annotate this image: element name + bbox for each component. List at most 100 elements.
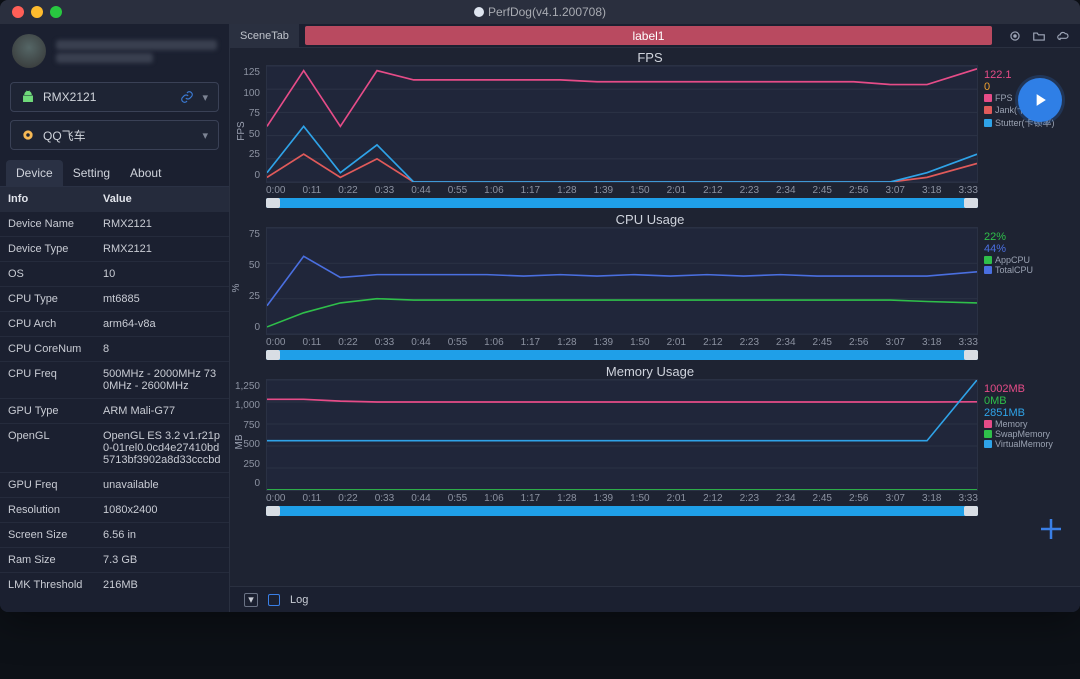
device-selector-label: RMX2121	[43, 90, 172, 104]
usersub-blur	[56, 53, 153, 63]
info-key: Ram Size	[0, 548, 95, 572]
memory-chart: Memory Usage MB 1,2501,0007505002500 100…	[230, 364, 1070, 520]
collapse-icon[interactable]: ▾	[244, 593, 258, 607]
username-blur	[56, 40, 217, 50]
device-selector[interactable]: RMX2121 ▾	[10, 82, 219, 112]
tab-about[interactable]: About	[120, 160, 171, 186]
mem-ylabel: MB	[234, 435, 245, 450]
titlebar: PerfDog(v4.1.200708)	[0, 0, 1080, 24]
cpu-title: CPU Usage	[230, 212, 1070, 227]
info-key: Device Type	[0, 237, 95, 261]
th-value: Value	[95, 187, 229, 211]
info-value: OpenGL ES 3.2 v1.r21p0-01rel0.0cd4e27410…	[95, 424, 229, 472]
table-row: CPU CoreNum8	[0, 336, 229, 361]
table-row: GPU TypeARM Mali-G77	[0, 398, 229, 423]
fps-time-scroll[interactable]	[266, 198, 978, 208]
cpu-xaxis: 0:000:110:220:330:440:551:061:171:281:39…	[266, 335, 978, 350]
fps-title: FPS	[230, 50, 1070, 65]
table-row: CPU Typemt6885	[0, 286, 229, 311]
folder-icon[interactable]	[1032, 29, 1046, 43]
info-key: CPU Type	[0, 287, 95, 311]
cpu-chart: CPU Usage % 7550250 22% 44% AppCPUTotalC…	[230, 212, 1070, 364]
app-selector-label: QQ飞车	[43, 127, 194, 144]
info-key: GPU Freq	[0, 473, 95, 497]
info-key: OS	[0, 262, 95, 286]
side-tabs: Device Setting About	[0, 154, 229, 186]
fps-chart: FPS FPS 1251007550250 122.1 0 FPSJank(卡顿…	[230, 50, 1070, 212]
info-key: CPU CoreNum	[0, 337, 95, 361]
info-value: unavailable	[95, 473, 229, 497]
table-row: GPU Frequnavailable	[0, 472, 229, 497]
table-row: Ram Size7.3 GB	[0, 547, 229, 572]
info-value: 216MB	[95, 573, 229, 597]
info-key: GPU Type	[0, 399, 95, 423]
info-value: RMX2121	[95, 212, 229, 236]
cpu-plot[interactable]	[266, 227, 978, 335]
table-row: CPU Archarm64-v8a	[0, 311, 229, 336]
info-value: 500MHz - 2000MHz 730MHz - 2600MHz	[95, 362, 229, 398]
table-row: Resolution1080x2400	[0, 497, 229, 522]
fps-current: 122.1	[984, 69, 1066, 81]
cpu-time-scroll[interactable]	[266, 350, 978, 360]
info-value: 6.56 in	[95, 523, 229, 547]
th-info: Info	[0, 187, 95, 211]
cloud-icon[interactable]	[1056, 29, 1070, 43]
fps-plot[interactable]	[266, 65, 978, 183]
info-value: RMX2121	[95, 237, 229, 261]
app-icon	[21, 128, 35, 142]
tab-setting[interactable]: Setting	[63, 160, 120, 186]
info-value: ARM Mali-G77	[95, 399, 229, 423]
chevron-down-icon: ▾	[202, 91, 208, 104]
app-logo-icon	[474, 7, 484, 17]
fps-ylabel: FPS	[236, 121, 247, 140]
info-key: OpenGL	[0, 424, 95, 472]
fps-xaxis: 0:000:110:220:330:440:551:061:171:281:39…	[266, 183, 978, 198]
table-row: Device TypeRMX2121	[0, 236, 229, 261]
table-row: Device NameRMX2121	[0, 211, 229, 236]
mem-title: Memory Usage	[230, 364, 1070, 379]
android-icon	[21, 90, 35, 104]
cpu-ylabel: %	[231, 284, 242, 293]
table-row: Screen Size6.56 in	[0, 522, 229, 547]
info-value: 1080x2400	[95, 498, 229, 522]
mem-plot[interactable]	[266, 379, 978, 491]
cpu-yaxis: 7550250	[230, 227, 266, 335]
info-value: 7.3 GB	[95, 548, 229, 572]
info-value: arm64-v8a	[95, 312, 229, 336]
add-chart-button[interactable]	[1036, 514, 1066, 544]
cpu-app: 22%	[984, 231, 1066, 243]
link-icon	[180, 90, 194, 104]
avatar[interactable]	[12, 34, 46, 68]
mem-legend: 1002MB 0MB 2851MB MemorySwapMemoryVirtua…	[978, 379, 1070, 491]
app-selector[interactable]: QQ飞车 ▾	[10, 120, 219, 150]
locate-icon[interactable]	[1008, 29, 1022, 43]
cpu-legend: 22% 44% AppCPUTotalCPU	[978, 227, 1070, 335]
cpu-total: 44%	[984, 243, 1066, 255]
user-row	[0, 24, 229, 78]
device-info-table: Info Value Device NameRMX2121Device Type…	[0, 186, 229, 597]
info-value: 8	[95, 337, 229, 361]
mem-val: 1002MB	[984, 383, 1066, 395]
play-button[interactable]	[1018, 78, 1062, 122]
label-chip[interactable]: label1	[305, 26, 992, 45]
info-key: Screen Size	[0, 523, 95, 547]
table-row: OS10	[0, 261, 229, 286]
fps-legend: 122.1 0 FPSJank(卡顿次数)Stutter(卡顿率)	[978, 65, 1070, 183]
tab-device[interactable]: Device	[6, 160, 63, 186]
mem-time-scroll[interactable]	[266, 506, 978, 516]
info-value: mt6885	[95, 287, 229, 311]
log-label[interactable]: Log	[290, 594, 308, 606]
footer: ▾ Log	[230, 586, 1080, 612]
info-key: Resolution	[0, 498, 95, 522]
swap-val: 0MB	[984, 395, 1066, 407]
table-row: OpenGLOpenGL ES 3.2 v1.r21p0-01rel0.0cd4…	[0, 423, 229, 472]
info-key: CPU Freq	[0, 362, 95, 398]
log-checkbox[interactable]	[268, 594, 280, 606]
table-row: CPU Freq500MHz - 2000MHz 730MHz - 2600MH…	[0, 361, 229, 398]
info-value: 10	[95, 262, 229, 286]
mem-xaxis: 0:000:110:220:330:440:551:061:171:281:39…	[266, 491, 978, 506]
scene-tab[interactable]: SceneTab	[230, 24, 299, 47]
table-row: LMK Threshold216MB	[0, 572, 229, 597]
info-key: LMK Threshold	[0, 573, 95, 597]
window-title: PerfDog(v4.1.200708)	[0, 5, 1080, 19]
